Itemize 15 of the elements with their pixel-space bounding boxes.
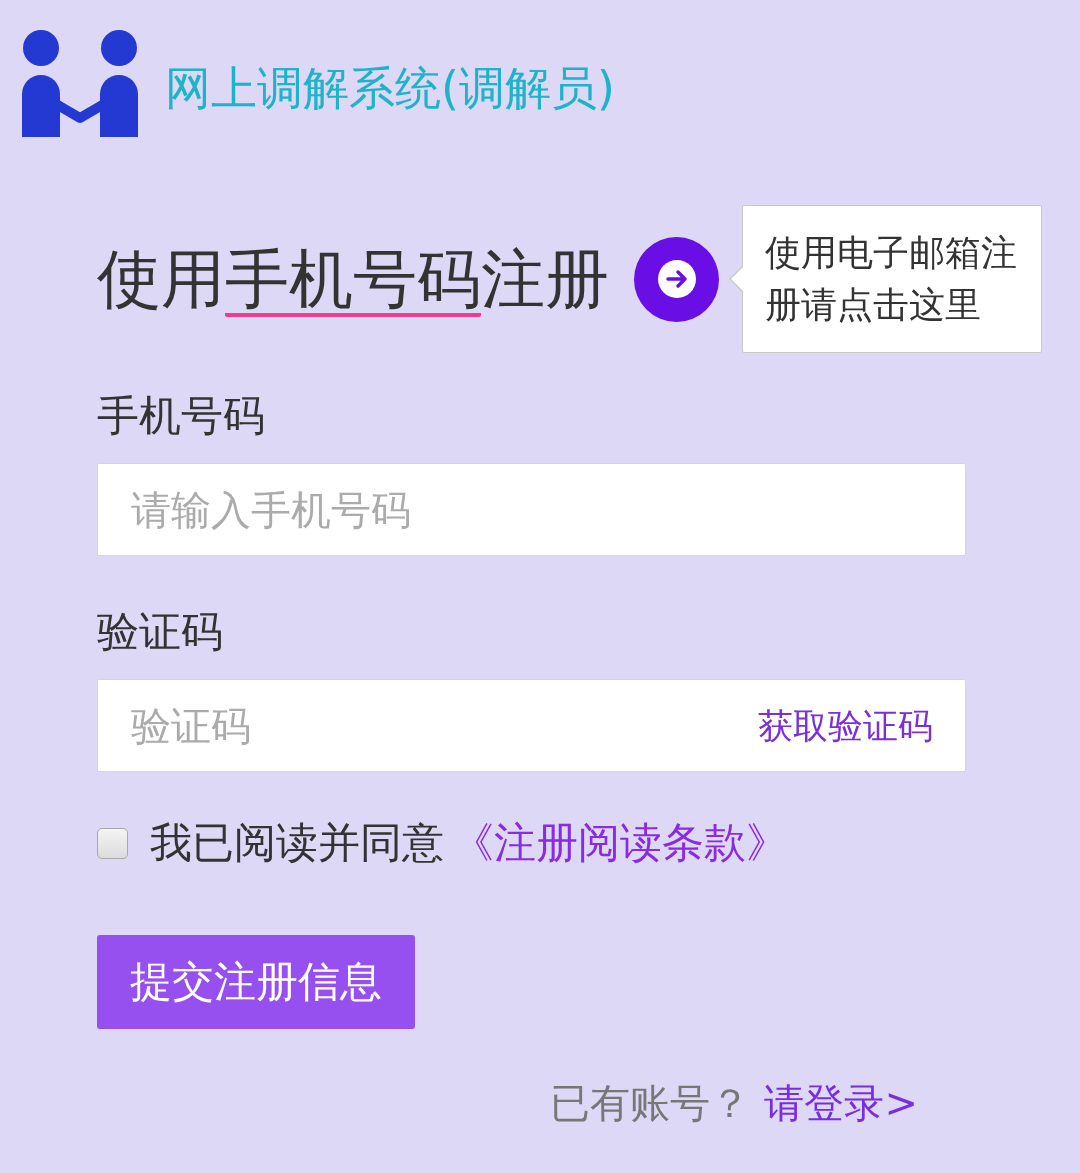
- site-title: 网上调解系统(调解员): [165, 60, 615, 117]
- input-field[interactable]: 请输入手机号码: [97, 463, 966, 556]
- people-logo-icon: [22, 30, 138, 137]
- login-prompt: 已有账号？: [550, 1079, 751, 1128]
- login-link[interactable]: 请登录>: [764, 1078, 918, 1128]
- terms-link[interactable]: 《注册阅读条款》: [452, 818, 788, 868]
- tooltip: 使用电子邮箱注册请点击这里: [729, 205, 1042, 353]
- get-code-link[interactable]: 获取验证码: [758, 704, 933, 747]
- submit-button[interactable]: 提交注册信息: [97, 935, 415, 1029]
- agreement-text: 我已阅读并同意: [150, 818, 444, 868]
- form-heading: 使用手机号码注册: [97, 240, 609, 318]
- field-label: 手机号码: [97, 391, 265, 441]
- arrow-right-icon: [657, 260, 696, 298]
- checkbox[interactable]: [97, 827, 128, 859]
- field-label: 验证码: [97, 607, 223, 657]
